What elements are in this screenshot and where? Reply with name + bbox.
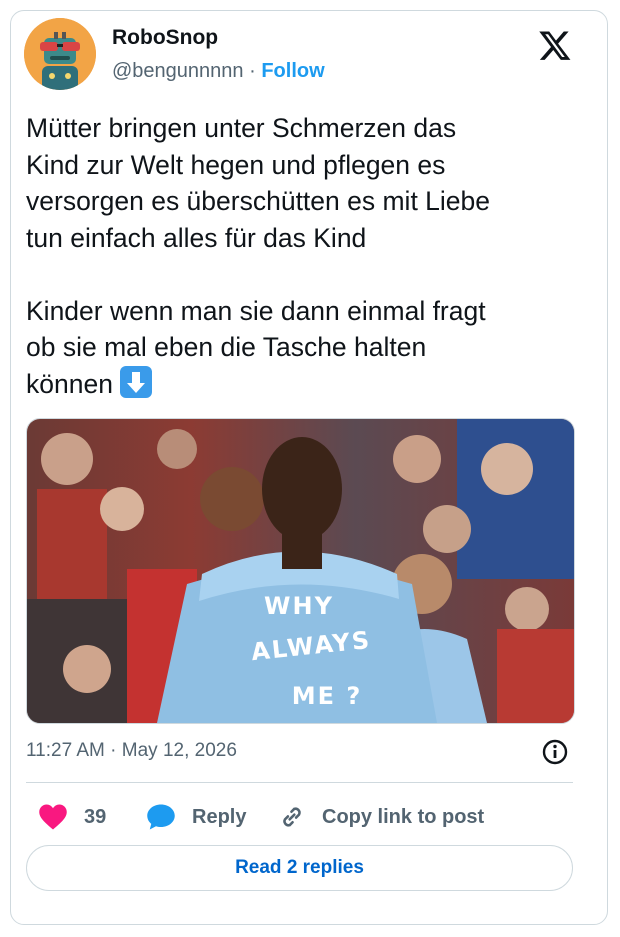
- reply-label: Reply: [192, 805, 247, 828]
- tweet-timestamp[interactable]: 11:27 AM · May 12, 2026: [26, 740, 237, 762]
- tweet-line: versorgen es überschütten es mit Liebe: [26, 186, 491, 216]
- tweet-time: 11:27 AM: [26, 740, 105, 761]
- reply-button[interactable]: Reply: [146, 800, 246, 834]
- tweet-date: May 12, 2026: [121, 740, 237, 761]
- tweet-line: tun einfach alles für das Kind: [26, 222, 367, 253]
- link-icon: [283, 807, 301, 827]
- copy-link-label: Copy link to post: [322, 805, 485, 828]
- tweet-media-image[interactable]: WHY ALWAYS ME ?: [26, 418, 575, 724]
- info-icon[interactable]: [541, 738, 569, 766]
- follow-button[interactable]: Follow: [261, 60, 324, 82]
- handle-separator: ·: [249, 60, 256, 82]
- author-handle-row: @bengunnnnn · Follow: [112, 60, 325, 83]
- tweet-line: Kind zur Welt hegen und pflegen es: [26, 149, 446, 180]
- tweet-line: ob sie mal eben die Tasche halten: [26, 332, 427, 362]
- down-arrow-emoji-icon: [120, 365, 153, 398]
- tweet-text: Mütter bringen unter Schmerzen das Kind …: [26, 110, 576, 402]
- like-button[interactable]: 39: [38, 800, 106, 834]
- avatar[interactable]: [24, 18, 96, 90]
- reply-bubble-icon: [147, 804, 175, 830]
- tweet-line: Mütter bringen unter Schmerzen das: [26, 113, 457, 143]
- read-replies-button[interactable]: Read 2 replies: [26, 845, 573, 891]
- tweet-line: Kinder wenn man sie dann einmal fragt: [26, 295, 486, 326]
- shirt-text-line: ME ?: [292, 682, 363, 710]
- like-count: 39: [84, 805, 107, 828]
- copy-link-button[interactable]: Copy link to post: [278, 800, 484, 834]
- heart-icon: [39, 804, 67, 830]
- tweet-line: können: [26, 368, 113, 399]
- action-bar: 39 Reply Copy link to post: [26, 800, 573, 834]
- divider: [26, 782, 573, 783]
- author-handle[interactable]: @bengunnnnn: [112, 60, 244, 82]
- author-name[interactable]: RoboSnop: [112, 26, 218, 50]
- meta-separator: ·: [110, 740, 117, 761]
- x-logo-icon[interactable]: [538, 28, 572, 62]
- shirt-text-line: WHY: [264, 592, 334, 620]
